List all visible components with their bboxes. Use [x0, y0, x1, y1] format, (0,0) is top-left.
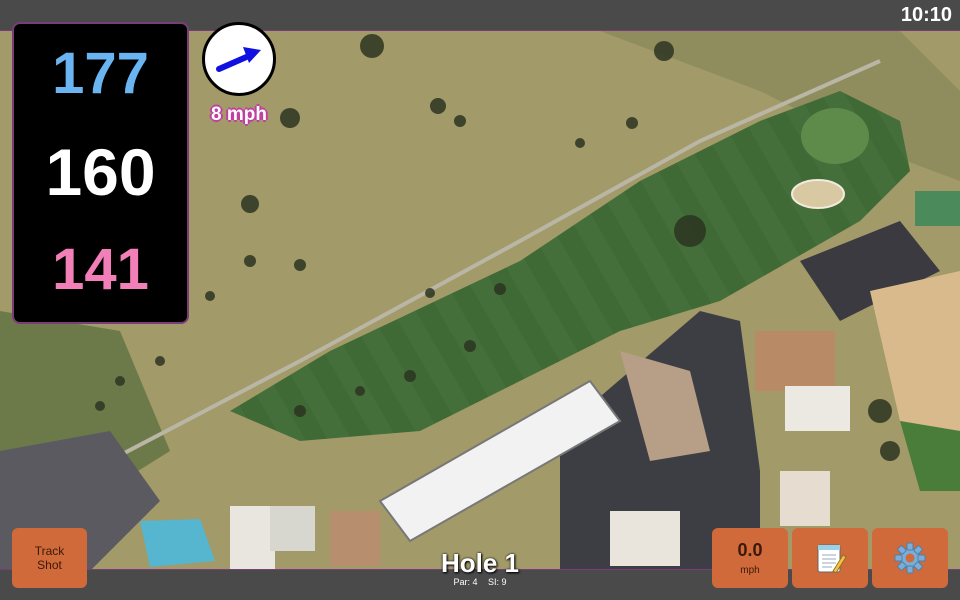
gear-icon: [894, 542, 926, 574]
notepad-icon: [817, 544, 847, 574]
back-distance: 177: [52, 41, 149, 106]
front-distance: 141: [52, 237, 149, 302]
hole-par: Par: 4: [453, 577, 478, 587]
speed-unit: mph: [740, 565, 760, 576]
distance-panel: 177 160 141: [12, 22, 189, 324]
speed-value: 0.0: [737, 540, 763, 560]
track-shot-button[interactable]: Track Shot: [12, 528, 87, 588]
speed-button[interactable]: 0.0 mph: [712, 528, 788, 588]
settings-button[interactable]: [872, 528, 948, 588]
wind-indicator: [202, 22, 276, 96]
clock: 10:10: [900, 4, 952, 26]
notes-button[interactable]: [792, 528, 868, 588]
wind-arrow-icon: [216, 47, 261, 72]
hole-title: Hole 1: [440, 548, 520, 578]
middle-distance: 160: [45, 135, 156, 209]
hole-info: Par: 4 SI: 9: [380, 577, 580, 587]
wind-speed: 8 mph: [211, 104, 267, 125]
hole-stroke-index: SI: 9: [488, 577, 507, 587]
